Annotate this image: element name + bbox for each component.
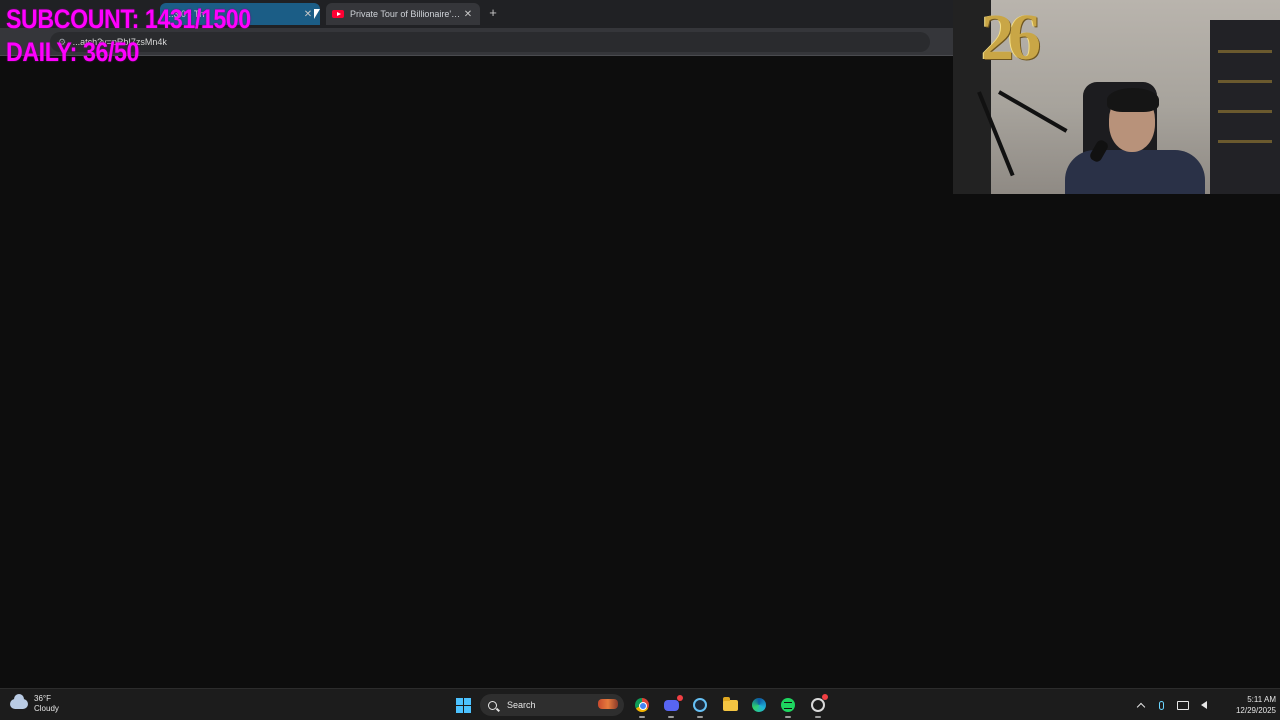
volume-icon [1200, 701, 1207, 709]
close-icon[interactable]: ✕ [302, 9, 314, 20]
taskbar-app[interactable] [808, 694, 828, 718]
active-indicator [639, 716, 645, 718]
taskbar: 36°F Cloudy Search 5:11 AM 12/29/2025 [0, 688, 1280, 720]
show-hidden-icons-button[interactable] [1133, 697, 1149, 713]
tab-title: Private Tour of Billionaire's Secr [350, 9, 462, 19]
active-indicator [697, 716, 703, 718]
windows-start-icon [455, 697, 471, 713]
balloon-number: 26 [981, 1, 1041, 74]
mic-arm [998, 90, 1068, 133]
edge-icon [752, 698, 766, 712]
search-icon [488, 700, 497, 710]
chevron-up-icon [1136, 702, 1145, 712]
shelf-item [1218, 80, 1272, 83]
discord-icon [663, 694, 683, 711]
streamer-hair [1107, 88, 1159, 112]
taskbar-chrome[interactable] [632, 695, 652, 718]
chrome-icon [635, 698, 649, 712]
webcam-shelf [1210, 20, 1280, 194]
shelf-item [1218, 50, 1272, 53]
shelf-item [1218, 140, 1272, 143]
browser-tab-youtube[interactable]: Private Tour of Billionaire's Secr ✕ [326, 3, 480, 25]
start-button[interactable] [453, 695, 473, 715]
address-bar[interactable]: ⚙ ...atch?v=pRbI7zsMn4k [50, 32, 930, 52]
youtube-icon [332, 10, 344, 18]
active-indicator [668, 716, 674, 718]
app-icon [811, 694, 828, 712]
microphone-icon [1159, 700, 1164, 710]
network-tray[interactable] [1175, 697, 1191, 713]
microphone-tray[interactable] [1154, 697, 1170, 713]
cloud-icon [10, 694, 28, 709]
taskbar-steam[interactable] [690, 695, 710, 718]
subcount-overlay: SUBCOUNT: 1431/1500 [6, 4, 251, 34]
volume-tray[interactable] [1196, 697, 1212, 713]
taskbar-edge[interactable] [749, 695, 769, 715]
weather-widget[interactable]: 36°F Cloudy [10, 694, 59, 714]
clock-time: 5:11 AM [1247, 695, 1276, 704]
weather-temp: 36°F [34, 694, 51, 703]
daily-overlay: DAILY: 36/50 [6, 37, 139, 67]
search-label: Search [507, 700, 536, 710]
taskbar-search[interactable]: Search [480, 694, 624, 716]
mouse-cursor-icon [314, 9, 320, 19]
clock-date: 12/29/2025 [1235, 706, 1276, 715]
taskbar-file-explorer[interactable] [720, 695, 740, 715]
active-indicator [815, 716, 821, 718]
steam-icon [693, 698, 707, 712]
streamer-body [1065, 150, 1205, 194]
network-icon [1176, 700, 1189, 710]
weather-text: 36°F Cloudy [34, 694, 59, 714]
system-tray: 5:11 AM 12/29/2025 [1130, 689, 1280, 720]
spotify-icon [781, 698, 795, 712]
close-icon[interactable]: ✕ [462, 9, 474, 20]
file-explorer-icon [722, 696, 738, 711]
taskbar-spotify[interactable] [778, 695, 798, 718]
webcam-feed: 26 [953, 0, 1280, 194]
shelf-item [1218, 110, 1272, 113]
taskbar-discord[interactable] [661, 694, 683, 718]
new-tab-button[interactable]: + [486, 5, 500, 21]
weather-condition: Cloudy [34, 704, 59, 713]
taskbar-clock[interactable]: 5:11 AM 12/29/2025 [1220, 694, 1276, 716]
search-highlight-icon [598, 699, 618, 709]
active-indicator [785, 716, 791, 718]
